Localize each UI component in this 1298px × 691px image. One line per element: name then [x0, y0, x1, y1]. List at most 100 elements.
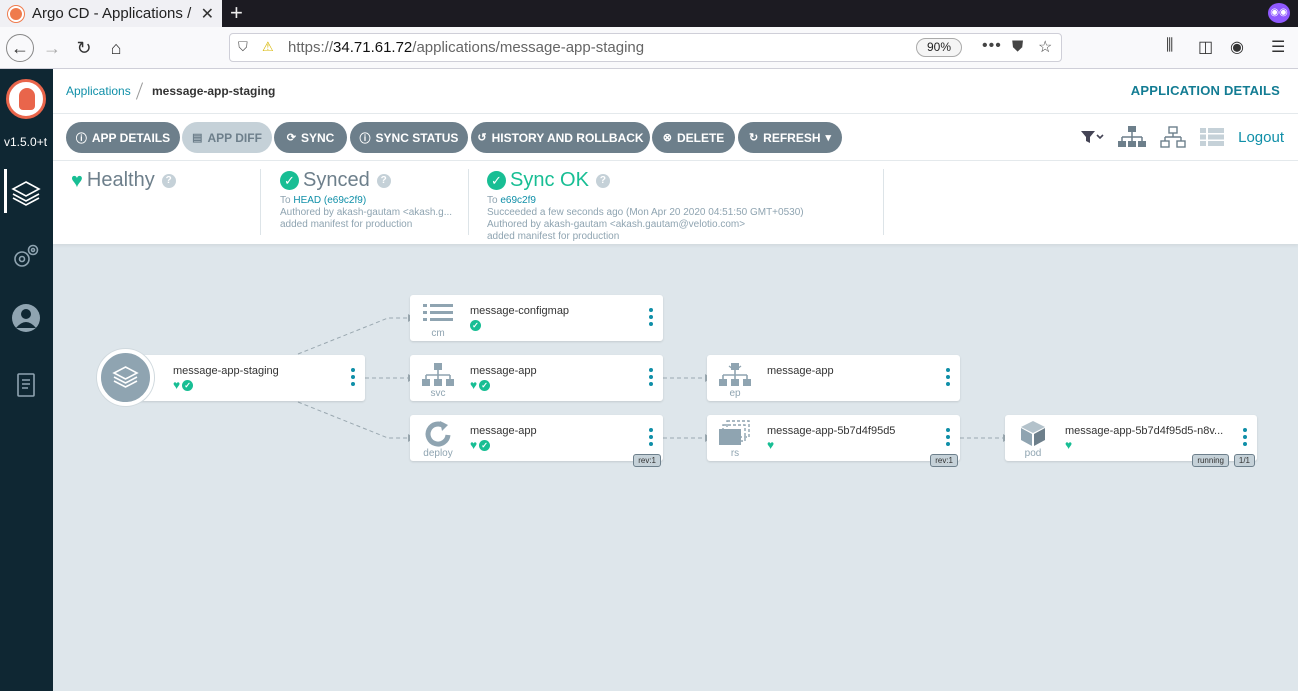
app-diff-button[interactable]: ▤ APP DIFF [182, 122, 272, 153]
node-kind-label: pod [1024, 448, 1042, 459]
heart-icon: ♥ [470, 438, 478, 452]
delete-button[interactable]: ⊗ DELETE [652, 122, 735, 153]
url-scheme: https:// [288, 39, 334, 56]
node-kind-label: cm [431, 328, 445, 339]
heart-icon: ♥ [767, 438, 775, 452]
tab-title: Argo CD - Applications / m [32, 5, 195, 22]
breadcrumb-applications[interactable]: Applications [66, 84, 131, 98]
node-menu-icon[interactable] [649, 308, 653, 326]
health-label: Healthy [86, 169, 155, 191]
node-kind-label: deploy [423, 448, 453, 459]
node-status: ♥ [767, 438, 775, 452]
node-menu-icon[interactable] [649, 428, 653, 446]
delete-label: DELETE [676, 130, 725, 145]
url-text[interactable]: https://34.71.61.72/applications/message… [288, 39, 644, 56]
replicaset-node[interactable]: rs message-app-5b7d4f95d5 ♥ rev:1 [707, 415, 960, 467]
back-button[interactable]: ← [6, 34, 34, 62]
node-menu-icon[interactable] [649, 368, 653, 386]
sync-state-label: Synced [303, 169, 370, 191]
browser-tab[interactable]: Argo CD - Applications / m ✕ [0, 0, 222, 27]
edge-app-cm [297, 317, 408, 355]
bookmark-star-icon[interactable]: ☆ [1038, 37, 1052, 57]
list-view-icon[interactable] [1200, 128, 1225, 146]
view-switcher: Logout [1080, 126, 1284, 148]
help-icon[interactable]: ? [376, 173, 391, 188]
node-menu-icon[interactable] [946, 428, 950, 446]
tab-close-icon[interactable]: ✕ [201, 4, 214, 24]
operation-status: ✓ Sync OK ? To e69c2f9 Succeeded a few s… [487, 169, 804, 243]
tracking-shield-icon[interactable]: ⛉ [238, 39, 248, 55]
node-menu-icon[interactable] [351, 368, 355, 386]
health-status: ♥ Healthy ? [71, 169, 176, 192]
insecure-lock-icon[interactable]: ⚠ [262, 39, 274, 55]
home-button[interactable]: ⌂ [102, 34, 130, 62]
filter-icon[interactable] [1080, 129, 1104, 145]
documentation-nav-icon[interactable] [10, 369, 42, 401]
pocket-icon[interactable]: ⛊ [1012, 38, 1023, 55]
app-details-label: APP DETAILS [91, 130, 171, 145]
configmap-icon [423, 304, 453, 321]
sync-status-button[interactable]: ⓘ SYNC STATUS [350, 122, 468, 153]
network-view-icon[interactable] [1160, 126, 1186, 148]
account-icon[interactable]: ◉ [1230, 37, 1244, 57]
sync-author: Authored by akash-gautam <akash.g... [280, 207, 453, 218]
hamburger-menu-icon[interactable]: ☰ [1271, 37, 1285, 57]
breadcrumb-separator [135, 82, 144, 100]
delete-icon: ⊗ [662, 132, 672, 144]
operation-message: added manifest for production [487, 231, 620, 242]
refresh-button[interactable]: ↻ REFRESH ▾ [738, 122, 842, 153]
zoom-level-button[interactable]: 90% [916, 38, 963, 57]
service-icon [422, 363, 454, 386]
help-icon[interactable]: ? [595, 173, 610, 188]
app-root-node[interactable]: message-app-staging ♥ ✓ [128, 355, 365, 401]
sync-label: SYNC [300, 130, 335, 145]
service-node[interactable]: svc message-app ♥ ✓ [410, 355, 663, 401]
sidebar-icon[interactable]: ◫ [1198, 37, 1213, 57]
node-menu-icon[interactable] [946, 368, 950, 386]
operation-revision-link[interactable]: e69c2f9 [500, 195, 536, 206]
reload-button[interactable]: ↻ [70, 34, 98, 62]
caret-down-icon: ▾ [825, 132, 832, 144]
info-icon: ⓘ [75, 132, 87, 145]
sync-button[interactable]: ⟳ SYNC [274, 122, 347, 153]
new-tab-button[interactable]: + [230, 0, 243, 27]
library-icon[interactable]: ⫼ [1166, 37, 1173, 55]
user-info-nav-icon[interactable] [10, 302, 42, 334]
divider [883, 169, 884, 235]
revision-tag: rev:1 [633, 454, 661, 467]
logout-link[interactable]: Logout [1238, 129, 1284, 146]
heart-icon: ♥ [71, 169, 83, 192]
refresh-icon: ↻ [748, 132, 759, 144]
tree-view-icon[interactable] [1118, 126, 1147, 148]
breadcrumb-current: message-app-staging [152, 84, 276, 98]
left-nav: v1.5.0+t [0, 69, 53, 691]
configmap-node[interactable]: cm message-configmap ✓ [410, 295, 663, 341]
sync-revision-link[interactable]: HEAD (e69c2f9) [293, 195, 366, 206]
history-rollback-button[interactable]: ↺ HISTORY AND ROLLBACK [471, 122, 650, 153]
forward-button[interactable]: → [38, 34, 66, 62]
endpoints-node[interactable]: ep message-app [707, 355, 960, 401]
node-name: message-app-staging [173, 365, 279, 377]
browser-tabbar: Argo CD - Applications / m ✕ + ◉◉ [0, 0, 1298, 27]
history-icon: ↺ [477, 132, 487, 144]
divider [260, 169, 261, 235]
active-nav-indicator [4, 169, 7, 213]
deployment-node[interactable]: deploy message-app ♥ ✓ rev:1 [410, 415, 663, 467]
page-actions-icon[interactable]: ••• [982, 37, 1002, 55]
app-details-button[interactable]: ⓘ APP DETAILS [66, 122, 180, 153]
applications-nav-icon[interactable] [10, 177, 42, 209]
url-path: /applications/message-app-staging [412, 39, 645, 56]
node-kind: pod [1005, 415, 1061, 461]
check-circle-icon: ✓ [479, 440, 491, 451]
node-menu-icon[interactable] [1243, 428, 1247, 446]
pod-node[interactable]: pod message-app-5b7d4f95d5-n8v... ♥ runn… [1005, 415, 1257, 467]
argo-logo-icon[interactable] [6, 79, 46, 119]
file-diff-icon: ▤ [192, 132, 203, 144]
help-icon[interactable]: ? [161, 173, 176, 188]
settings-nav-icon[interactable] [10, 241, 42, 273]
url-bar[interactable]: ⛉ ⚠ https://34.71.61.72/applications/mes… [229, 33, 1062, 62]
argo-favicon-icon [8, 5, 24, 22]
edge-app-deploy [297, 401, 408, 439]
operation-author: Authored by akash-gautam <akash.gautam@v… [487, 219, 746, 230]
check-circle-icon: ✓ [182, 380, 194, 391]
